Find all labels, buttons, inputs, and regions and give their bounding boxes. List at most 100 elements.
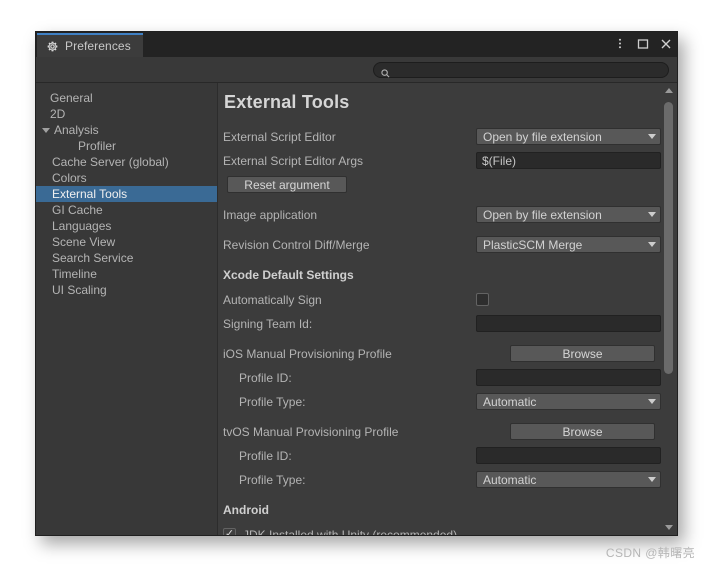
revision-control-value: PlasticSCM Merge bbox=[483, 237, 583, 252]
row-tvos-profile-type: Profile Type: Automatic bbox=[223, 469, 661, 490]
revision-control-label: Revision Control Diff/Merge bbox=[223, 237, 370, 252]
row-tvos-provisioning-profile: tvOS Manual Provisioning Profile Browse bbox=[223, 421, 655, 442]
sidebar-item-label: Colors bbox=[52, 171, 87, 185]
xcode-section-header: Xcode Default Settings bbox=[223, 268, 354, 282]
image-application-label: Image application bbox=[223, 207, 318, 222]
triangle-down-icon[interactable] bbox=[42, 127, 50, 133]
sidebar-item-label: GI Cache bbox=[52, 203, 103, 217]
ios-profile-id-input[interactable] bbox=[476, 369, 661, 386]
check-icon: ✓ bbox=[224, 528, 235, 536]
tab-label: Preferences bbox=[65, 39, 131, 53]
ios-profile-type-label: Profile Type: bbox=[239, 394, 306, 409]
sidebar-item-label: General bbox=[50, 91, 93, 105]
row-ios-profile-type: Profile Type: Automatic bbox=[223, 391, 661, 412]
row-revision-control: Revision Control Diff/Merge PlasticSCM M… bbox=[223, 234, 661, 255]
ios-profile-type-value: Automatic bbox=[483, 394, 537, 409]
sidebar-item-languages[interactable]: Languages bbox=[36, 218, 217, 234]
signing-team-id-input[interactable] bbox=[476, 315, 661, 332]
android-section-header: Android bbox=[223, 503, 269, 517]
window-body: General 2D Analysis Profiler Cache Serve… bbox=[36, 83, 677, 535]
tvos-profile-type-label: Profile Type: bbox=[239, 472, 306, 487]
sidebar-item-label: 2D bbox=[50, 107, 66, 121]
image-application-value: Open by file extension bbox=[483, 207, 602, 222]
row-tvos-profile-id: Profile ID: bbox=[223, 445, 661, 466]
row-ios-profile-id: Profile ID: bbox=[223, 367, 661, 388]
ios-profile-id-label: Profile ID: bbox=[239, 370, 292, 385]
sidebar-item-gi-cache[interactable]: GI Cache bbox=[36, 202, 217, 218]
signing-team-id-label: Signing Team Id: bbox=[223, 316, 313, 331]
window-titlebar: Preferences bbox=[36, 32, 677, 57]
chevron-up-icon bbox=[664, 88, 673, 93]
sidebar-item-label: Analysis bbox=[54, 123, 99, 137]
ios-profile-type-dropdown[interactable]: Automatic bbox=[476, 393, 661, 410]
scrollbar-track[interactable] bbox=[662, 96, 675, 522]
sidebar-item-2d[interactable]: 2D bbox=[36, 106, 217, 122]
jdk-installed-label: JDK Installed with Unity (recommended) bbox=[243, 527, 458, 536]
tvos-browse-button[interactable]: Browse bbox=[510, 423, 655, 440]
sidebar-item-label: Profiler bbox=[78, 139, 117, 153]
sidebar-item-external-tools[interactable]: External Tools bbox=[36, 186, 217, 202]
row-image-application: Image application Open by file extension bbox=[223, 204, 661, 225]
tvos-profile-type-dropdown[interactable]: Automatic bbox=[476, 471, 661, 488]
window-controls bbox=[612, 36, 673, 51]
chevron-down-icon bbox=[648, 212, 656, 217]
external-script-editor-args-input[interactable]: $(File) bbox=[476, 152, 661, 169]
search-box[interactable] bbox=[373, 61, 669, 78]
reset-argument-button[interactable]: Reset argument bbox=[227, 176, 347, 193]
search-toolbar bbox=[36, 57, 677, 83]
tab-preferences[interactable]: Preferences bbox=[37, 33, 143, 57]
automatically-sign-label: Automatically Sign bbox=[223, 292, 322, 307]
preferences-window: Preferences General 2D Analysis Profiler… bbox=[35, 31, 678, 536]
sidebar-item-analysis[interactable]: Analysis bbox=[36, 122, 217, 138]
external-script-editor-label: External Script Editor bbox=[223, 129, 336, 144]
sidebar-item-general[interactable]: General bbox=[36, 90, 217, 106]
tvos-provisioning-profile-label: tvOS Manual Provisioning Profile bbox=[223, 424, 399, 439]
sidebar-item-label: Search Service bbox=[52, 251, 134, 265]
row-reset-argument: Reset argument bbox=[223, 174, 655, 195]
sidebar-item-label: Cache Server (global) bbox=[52, 155, 169, 169]
external-script-editor-args-label: External Script Editor Args bbox=[223, 153, 364, 168]
screenshot-root: Preferences General 2D Analysis Profiler… bbox=[0, 0, 711, 567]
sidebar-item-cache-server[interactable]: Cache Server (global) bbox=[36, 154, 217, 170]
chevron-down-icon bbox=[648, 242, 656, 247]
sidebar-item-timeline[interactable]: Timeline bbox=[36, 266, 217, 282]
maximize-icon[interactable] bbox=[635, 36, 650, 51]
sidebar-item-profiler[interactable]: Profiler bbox=[36, 138, 217, 154]
sidebar-item-label: Scene View bbox=[52, 235, 116, 249]
search-icon bbox=[381, 65, 390, 78]
ios-provisioning-profile-label: iOS Manual Provisioning Profile bbox=[223, 346, 392, 361]
gear-icon bbox=[46, 40, 59, 53]
tvos-profile-id-label: Profile ID: bbox=[239, 448, 292, 463]
settings-sidebar: General 2D Analysis Profiler Cache Serve… bbox=[36, 83, 218, 535]
sidebar-item-ui-scaling[interactable]: UI Scaling bbox=[36, 282, 217, 298]
page-title: External Tools bbox=[224, 92, 350, 112]
sidebar-item-scene-view[interactable]: Scene View bbox=[36, 234, 217, 250]
automatically-sign-checkbox[interactable] bbox=[476, 293, 489, 306]
close-icon[interactable] bbox=[658, 36, 673, 51]
sidebar-item-search-service[interactable]: Search Service bbox=[36, 250, 217, 266]
search-input[interactable] bbox=[394, 63, 668, 76]
row-external-script-editor-args: External Script Editor Args $(File) bbox=[223, 150, 661, 171]
row-automatically-sign: Automatically Sign bbox=[223, 289, 655, 310]
revision-control-dropdown[interactable]: PlasticSCM Merge bbox=[476, 236, 661, 253]
tvos-profile-id-input[interactable] bbox=[476, 447, 661, 464]
tvos-profile-type-value: Automatic bbox=[483, 472, 537, 487]
vertical-scrollbar[interactable] bbox=[662, 85, 675, 533]
row-ios-provisioning-profile: iOS Manual Provisioning Profile Browse bbox=[223, 343, 655, 364]
sidebar-item-colors[interactable]: Colors bbox=[36, 170, 217, 186]
scroll-down-button[interactable] bbox=[662, 522, 675, 533]
watermark: CSDN @韩曙亮 bbox=[605, 546, 695, 560]
chevron-down-icon bbox=[664, 525, 673, 530]
image-application-dropdown[interactable]: Open by file extension bbox=[476, 206, 661, 223]
scroll-up-button[interactable] bbox=[662, 85, 675, 96]
settings-panel: External Tools External Script Editor Op… bbox=[218, 83, 677, 535]
kebab-menu-icon[interactable] bbox=[612, 36, 627, 51]
row-jdk-installed: ✓ JDK Installed with Unity (recommended) bbox=[223, 524, 655, 535]
external-script-editor-dropdown[interactable]: Open by file extension bbox=[476, 128, 661, 145]
jdk-installed-checkbox[interactable]: ✓ bbox=[223, 528, 236, 535]
scrollbar-thumb[interactable] bbox=[664, 102, 673, 374]
external-script-editor-value: Open by file extension bbox=[483, 129, 602, 144]
chevron-down-icon bbox=[648, 477, 656, 482]
chevron-down-icon bbox=[648, 134, 656, 139]
ios-browse-button[interactable]: Browse bbox=[510, 345, 655, 362]
